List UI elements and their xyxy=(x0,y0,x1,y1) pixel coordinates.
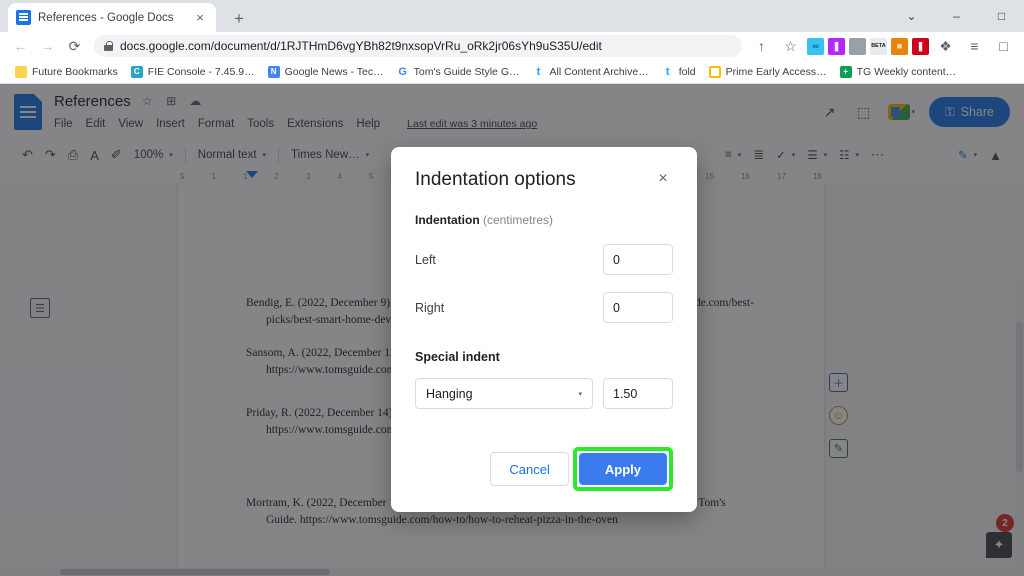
orange-extension-icon[interactable]: ■ xyxy=(891,37,908,55)
reload-icon[interactable]: ⟳ xyxy=(62,34,87,59)
window-controls: ⌄ – □ xyxy=(889,0,1024,32)
indentation-unit: (centimetres) xyxy=(483,213,554,227)
maximize-icon[interactable]: □ xyxy=(979,0,1024,32)
red-extension-icon[interactable]: ❚ xyxy=(912,37,929,55)
bookmark-item[interactable]: t fold xyxy=(657,62,701,82)
indentation-label: Indentation xyxy=(415,213,480,227)
special-indent-label: Special indent xyxy=(415,350,500,364)
close-icon[interactable]: × xyxy=(653,169,673,189)
address-bar[interactable]: docs.google.com/document/d/1RJTHmD6vgYBh… xyxy=(94,35,742,57)
trello-icon: t xyxy=(661,65,674,78)
link-extension-icon[interactable]: ∞ xyxy=(807,37,824,55)
indentation-section-label: Indentation (centimetres) xyxy=(415,213,673,227)
right-indent-label: Right xyxy=(415,300,445,315)
bookmark-label: TG Weekly content… xyxy=(856,65,957,78)
back-icon[interactable]: ← xyxy=(8,34,33,59)
sheets-icon: + xyxy=(839,65,852,78)
bookmark-label: All Content Archive… xyxy=(549,65,649,78)
trello-icon: t xyxy=(532,65,545,78)
bookmark-item[interactable]: Prime Early Access… xyxy=(704,62,832,82)
dialog-title: Indentation options xyxy=(415,169,576,190)
puzzle-extensions-icon[interactable]: ❖ xyxy=(933,34,958,59)
special-indent-select[interactable]: Hanging ▾ xyxy=(415,378,593,409)
right-indent-input[interactable] xyxy=(603,292,673,323)
minimize-icon[interactable]: – xyxy=(934,0,979,32)
bookmark-item[interactable]: Future Bookmarks xyxy=(10,62,123,82)
address-bar-url: docs.google.com/document/d/1RJTHmD6vgYBh… xyxy=(120,39,602,53)
bookmark-label: Tom's Guide Style G… xyxy=(413,65,520,78)
bookmark-label: Prime Early Access… xyxy=(725,65,827,78)
indentation-options-dialog: Indentation options × Indentation (centi… xyxy=(391,147,697,512)
forward-icon[interactable]: → xyxy=(35,34,60,59)
bookmark-item[interactable]: + TG Weekly content… xyxy=(835,62,962,82)
bookmark-star-icon[interactable]: ☆ xyxy=(778,34,803,59)
left-indent-row: Left xyxy=(415,244,673,275)
dialog-actions: Cancel Apply xyxy=(415,447,673,491)
beta-extension-icon[interactable]: BETA xyxy=(870,37,887,55)
fie-console-icon: C xyxy=(130,65,143,78)
bookmark-item[interactable]: N Google News - Tec… xyxy=(263,62,389,82)
apply-button-highlight: Apply xyxy=(572,447,673,491)
side-panel-icon[interactable]: □ xyxy=(991,34,1016,59)
docs-favicon-icon xyxy=(16,10,31,25)
google-icon: G xyxy=(396,65,409,78)
apply-button[interactable]: Apply xyxy=(578,453,667,485)
close-tab-icon[interactable]: × xyxy=(192,10,208,26)
reading-list-icon[interactable]: ≡ xyxy=(962,34,987,59)
special-indent-amount-input[interactable] xyxy=(603,378,673,409)
prime-icon xyxy=(708,65,721,78)
grammarly-extension-icon[interactable]: ❚ xyxy=(828,37,845,55)
tab-search-icon[interactable]: ⌄ xyxy=(889,0,934,32)
cancel-button[interactable]: Cancel xyxy=(490,452,569,486)
bookmark-label: fold xyxy=(678,65,696,78)
tab-title: References - Google Docs xyxy=(38,11,174,24)
dialog-header: Indentation options × xyxy=(415,169,673,191)
bookmark-label: Future Bookmarks xyxy=(32,65,118,78)
omnibox-action-icons: ↑ ☆ ∞ ❚ BETA ■ ❚ ❖ ≡ □ xyxy=(749,34,1016,59)
left-indent-input[interactable] xyxy=(603,244,673,275)
bookmark-label: FIE Console - 7.45.9… xyxy=(147,65,255,78)
grey-extension-icon[interactable] xyxy=(849,37,866,55)
left-indent-label: Left xyxy=(415,252,436,267)
bookmark-item[interactable]: t All Content Archive… xyxy=(527,62,653,82)
special-indent-value: Hanging xyxy=(426,386,473,401)
special-indent-row: Hanging ▾ xyxy=(415,378,673,409)
browser-toolbar: ← → ⟳ docs.google.com/document/d/1RJTHmD… xyxy=(0,32,1024,60)
bookmark-item[interactable]: G Tom's Guide Style G… xyxy=(392,62,525,82)
browser-window: References - Google Docs × + ⌄ – □ ← → ⟳… xyxy=(0,0,1024,576)
tab-strip: References - Google Docs × + ⌄ – □ xyxy=(0,0,1024,32)
google-news-icon: N xyxy=(267,65,280,78)
folder-icon xyxy=(15,65,27,78)
chevron-down-icon: ▾ xyxy=(578,390,582,398)
bookmarks-bar: Future Bookmarks C FIE Console - 7.45.9…… xyxy=(0,60,1024,84)
browser-tab[interactable]: References - Google Docs × xyxy=(8,3,216,32)
new-tab-button[interactable]: + xyxy=(226,6,252,32)
bookmark-label: Google News - Tec… xyxy=(284,65,384,78)
bookmark-item[interactable]: C FIE Console - 7.45.9… xyxy=(126,62,260,82)
lock-icon xyxy=(104,41,113,51)
share-link-icon[interactable]: ↑ xyxy=(749,34,774,59)
right-indent-row: Right xyxy=(415,292,673,323)
